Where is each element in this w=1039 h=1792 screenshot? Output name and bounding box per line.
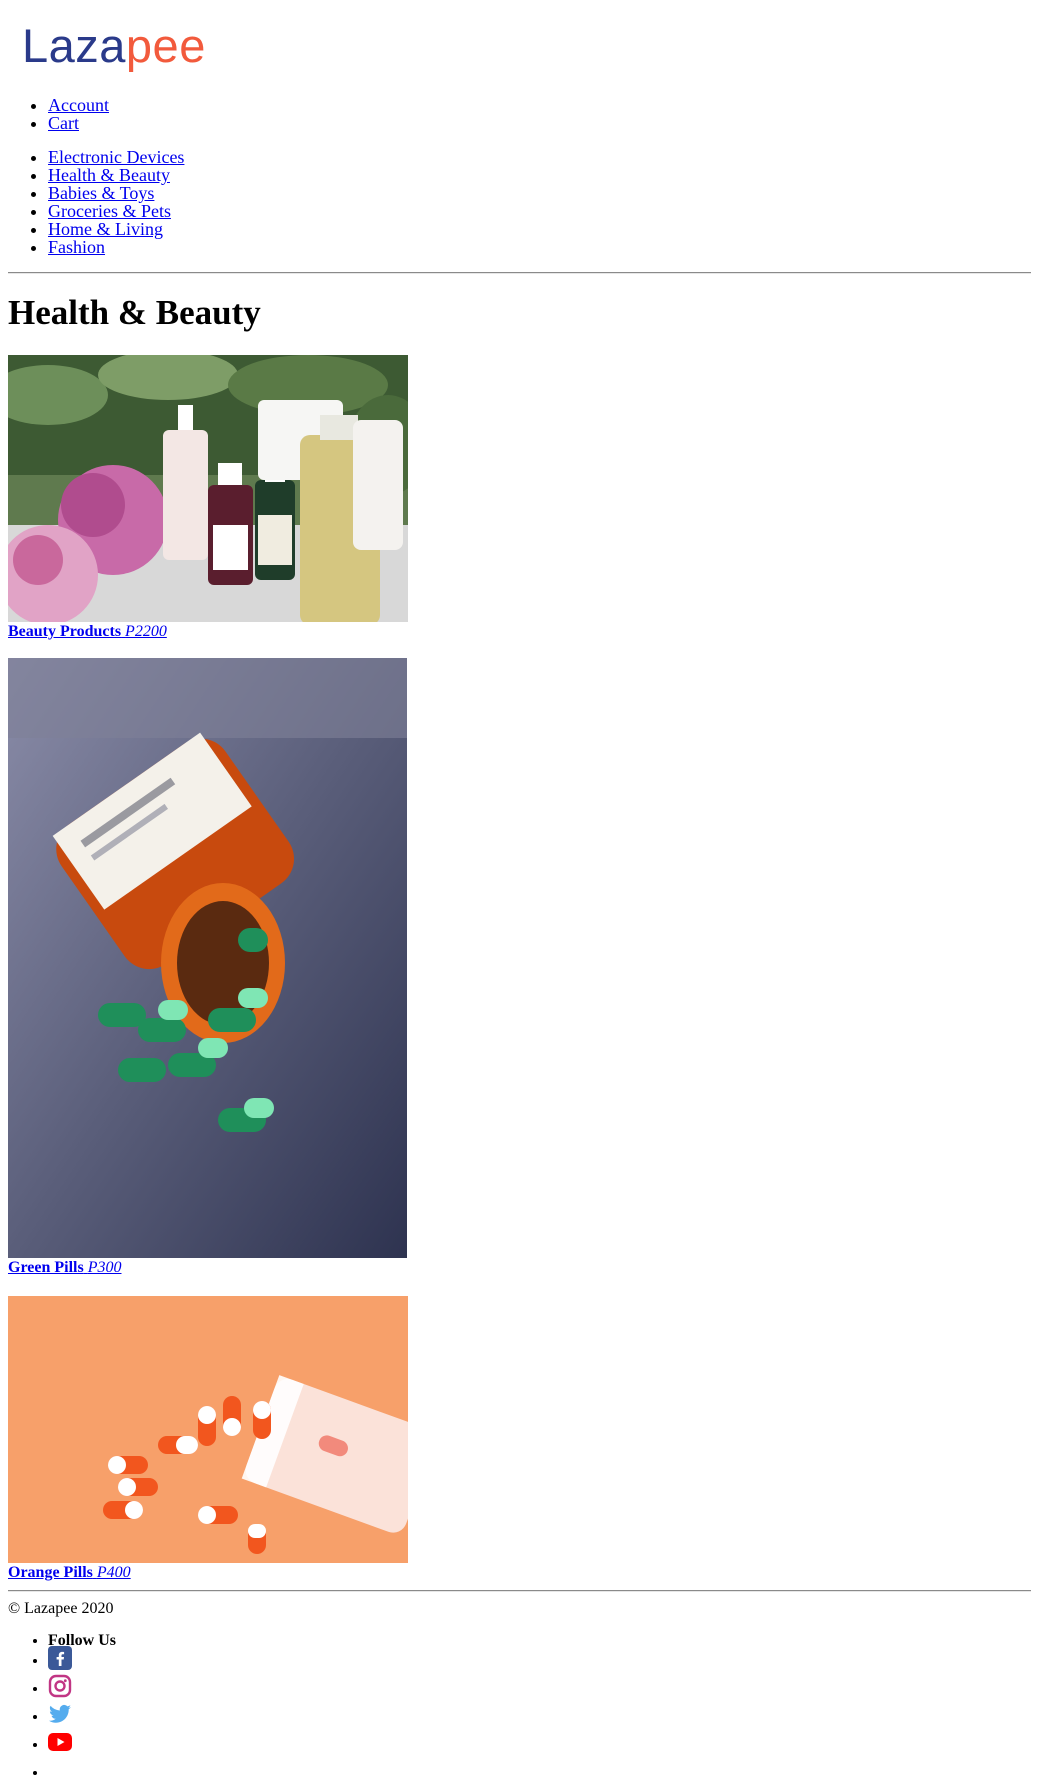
category-link-groceries-pets[interactable]: Groceries & Pets (48, 201, 171, 221)
social-item (48, 1733, 116, 1764)
account-link[interactable]: Account (48, 95, 109, 115)
beauty-products-photo (8, 355, 408, 622)
page-title: Health & Beauty (8, 293, 261, 332)
product-card: Orange Pills P400 (8, 1296, 408, 1581)
product-name: Green Pills (8, 1259, 84, 1276)
footer-divider (8, 1590, 1031, 1592)
copyright-text: © Lazapee 2020 (8, 1600, 114, 1617)
product-image-beauty-products[interactable] (8, 355, 408, 622)
product-image-orange-pills[interactable] (8, 1296, 408, 1563)
category-nav: Electronic Devices Health & Beauty Babie… (8, 148, 184, 256)
category-item: Groceries & Pets (48, 202, 184, 220)
green-pills-photo (8, 658, 407, 1258)
facebook-icon[interactable] (48, 1646, 72, 1670)
category-item: Electronic Devices (48, 148, 184, 166)
category-item: Fashion (48, 238, 184, 256)
category-link-fashion[interactable]: Fashion (48, 237, 105, 257)
twitter-icon[interactable] (48, 1702, 72, 1726)
category-item: Home & Living (48, 220, 184, 238)
product-price: P300 (87, 1259, 122, 1276)
brand-logo-part2: pee (125, 19, 206, 72)
category-item: Health & Beauty (48, 166, 184, 184)
orange-pills-photo (8, 1296, 408, 1563)
brand-logo-part1: Laza (22, 19, 126, 72)
nav-item-cart: Cart (48, 114, 109, 132)
category-item: Babies & Toys (48, 184, 184, 202)
product-price: P2200 (125, 623, 167, 640)
header-divider (8, 272, 1031, 274)
category-link-home-living[interactable]: Home & Living (48, 219, 163, 239)
product-caption: Beauty Products P2200 (8, 623, 167, 641)
product-card: Beauty Products P2200 (8, 355, 408, 640)
product-price: P400 (96, 1564, 131, 1581)
social-links: Follow Us (8, 1632, 116, 1792)
youtube-icon[interactable] (48, 1730, 72, 1754)
product-image-green-pills[interactable] (8, 658, 407, 1258)
product-caption: Orange Pills P400 (8, 1564, 131, 1582)
product-link-green-pills[interactable]: Green Pills P300 (8, 1259, 121, 1276)
product-link-orange-pills[interactable]: Orange Pills P400 (8, 1564, 131, 1581)
brand-logo[interactable]: Lazapee (22, 18, 206, 74)
product-card: Green Pills P300 (8, 658, 408, 1276)
category-link-babies-toys[interactable]: Babies & Toys (48, 183, 154, 203)
instagram-icon[interactable] (48, 1674, 72, 1698)
product-name: Orange Pills (8, 1564, 93, 1581)
account-nav: Account Cart (8, 96, 109, 132)
product-caption: Green Pills P300 (8, 1259, 121, 1277)
product-link-beauty-products[interactable]: Beauty Products P2200 (8, 623, 167, 640)
nav-item-account: Account (48, 96, 109, 114)
category-link-electronic-devices[interactable]: Electronic Devices (48, 147, 184, 167)
category-link-health-beauty[interactable]: Health & Beauty (48, 165, 170, 185)
cart-link[interactable]: Cart (48, 113, 79, 133)
social-item (48, 1764, 116, 1792)
product-name: Beauty Products (8, 623, 122, 640)
